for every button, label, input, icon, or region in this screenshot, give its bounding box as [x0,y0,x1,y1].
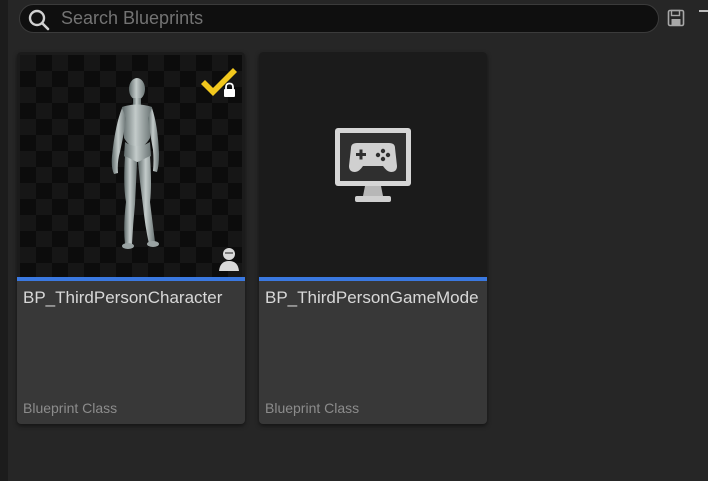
content-browser: BP_ThirdPersonCharacter Blueprint Class … [0,0,708,481]
asset-type-label: Blueprint Class [265,400,360,416]
lock-icon [224,82,235,97]
game-monitor-icon [335,128,411,202]
person-icon [219,248,239,271]
asset-name: BP_ThirdPersonGameMode [265,288,479,307]
asset-type-color-bar [259,277,487,281]
search-input[interactable] [61,5,651,32]
asset-name: BP_ThirdPersonCharacter [23,288,223,307]
asset-thumbnail [259,52,487,277]
mannequin-figure [111,78,159,249]
asset-card-bp-thirdpersongamemode[interactable]: BP_ThirdPersonGameMode Blueprint Class [259,52,487,424]
asset-type-label: Blueprint Class [23,400,118,416]
search-icon [28,9,50,31]
save-icon[interactable] [667,9,685,27]
more-options-icon[interactable] [699,8,708,14]
left-gutter [0,0,8,481]
asset-card-bp-thirdpersoncharacter[interactable]: BP_ThirdPersonCharacter Blueprint Class [17,52,245,424]
search-bar[interactable] [19,4,659,33]
asset-type-color-bar [17,277,245,281]
asset-thumbnail [17,52,245,277]
